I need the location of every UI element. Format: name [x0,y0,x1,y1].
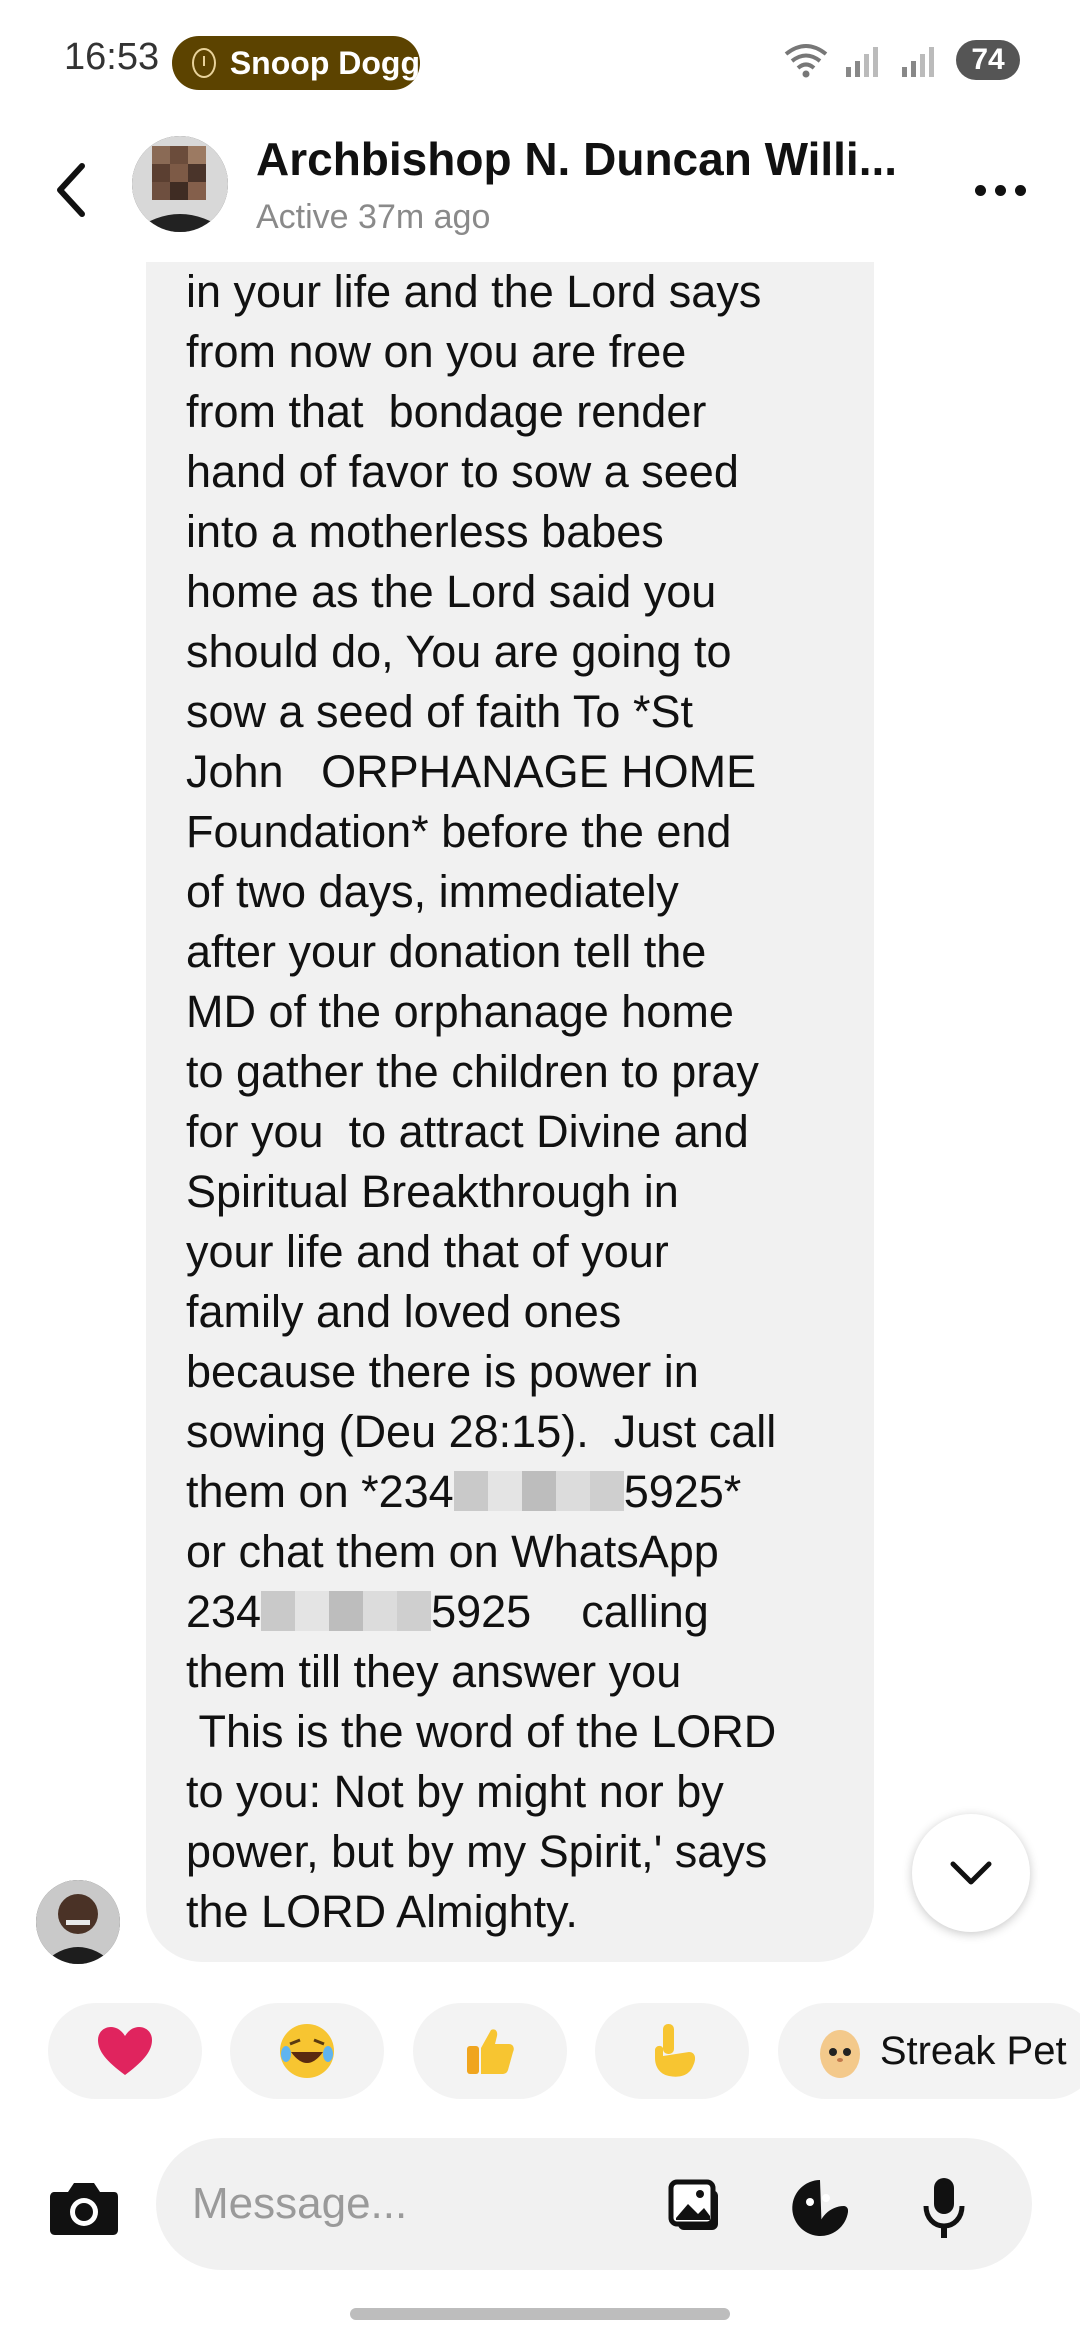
sticker-button[interactable] [784,2172,856,2244]
received-message-bubble[interactable]: in your life and the Lord says from now o… [146,262,874,1962]
message-line: Foundation* before the end [186,806,732,857]
message-composer [0,2134,1080,2274]
home-indicator[interactable] [350,2308,730,2320]
message-line: should do, You are going to [186,626,732,677]
message-line: sow a seed of faith To *St [186,686,693,737]
status-bar: 16:53 Snoop Dogg 74 [0,0,1080,120]
message-text-fragment: 234 [186,1586,262,1637]
gallery-button[interactable] [664,2172,736,2244]
sender-avatar[interactable] [36,1880,120,1964]
battery-indicator: 74 [956,40,1020,80]
sticker-icon [792,2180,848,2236]
message-line: into a motherless babes [186,506,664,557]
message-line: sowing (Deu 28:15). Just call [186,1406,777,1457]
contact-name[interactable]: Archbishop N. Duncan Willi... [256,132,916,186]
dot-icon [974,184,986,196]
message-line: after your donation tell the [186,926,707,977]
message-input[interactable] [190,2168,674,2240]
message-line: from now on you are free [186,326,687,377]
egg-icon [819,2030,860,2078]
streak-pet-button[interactable]: Streak Pet [777,2003,1080,2099]
active-status: Active 37m ago [256,198,491,236]
camera-button[interactable] [44,2168,124,2248]
back-button[interactable] [40,150,100,230]
message-line: for you to attract Divine and [186,1106,749,1157]
message-line: MD of the orphanage home [186,986,734,1037]
music-note-icon [192,48,216,78]
message-line: your life and that of your [186,1226,669,1277]
message-text-fragment: them on *234 [186,1466,454,1517]
reaction-heart-button[interactable] [48,2003,202,2099]
now-playing-pill[interactable]: Snoop Dogg [172,36,420,90]
camera-icon [50,2183,118,2235]
message-line: or chat them on WhatsApp [186,1526,719,1577]
message-line: family and loved ones [186,1286,622,1337]
dot-icon [994,184,1006,196]
signal-icon-2 [900,43,940,77]
message-line: Spiritual Breakthrough in [186,1166,679,1217]
status-icons: 74 [784,40,1020,80]
message-input-container [156,2138,1032,2270]
streak-pet-label: Streak Pet [879,2028,1067,2073]
message-line: from that bondage render [186,386,707,437]
message-line: them on *234 5925* [186,1462,832,1522]
heart-icon [98,2027,152,2075]
redacted-number [261,1591,432,1631]
message-line: John ORPHANAGE HOME [186,746,757,797]
contact-avatar[interactable] [132,136,228,232]
message-line: power, but by my Spirit,' says [186,1826,768,1877]
message-text: in your life and the Lord says from now o… [186,262,832,1462]
voice-message-button[interactable] [908,2172,980,2244]
message-line: them till they answer you [186,1646,682,1697]
redacted-number [453,1471,624,1511]
chevron-down-icon [950,1861,992,1885]
message-line: of two days, immediately [186,866,679,917]
quick-reactions: Streak Pet [48,2003,1080,2099]
message-text-tail: them till they answer you This is the wo… [186,1642,832,1942]
message-text-fragment: 5925 calling [431,1586,709,1637]
thumbs-up-icon [466,2029,514,2074]
microphone-icon [923,2178,965,2238]
status-time: 16:53 [64,36,160,78]
message-line: because there is power in [186,1346,699,1397]
pointing-up-icon [655,2024,696,2077]
message-line: 234 5925 calling [186,1582,832,1642]
message-line: in your life and the Lord says [186,266,762,317]
wifi-icon [784,42,828,78]
message-line: to you: Not by might nor by [186,1766,724,1817]
scroll-to-bottom-button[interactable] [912,1814,1030,1932]
more-options-button[interactable] [960,160,1040,220]
message-line: This is the word of the LORD [186,1706,777,1757]
message-line: the LORD Almighty. [186,1886,578,1937]
message-text-fragment: 5925* [623,1466,742,1517]
message-line: to gather the children to pray [186,1046,759,1097]
signal-icon [844,43,884,77]
message-line: home as the Lord said you [186,566,717,617]
gallery-icon [668,2179,718,2230]
now-playing-label: Snoop Dogg [229,44,420,81]
reaction-thumbs-up-button[interactable] [412,2003,567,2099]
chat-header: Archbishop N. Duncan Willi... Active 37m… [0,120,1080,270]
reaction-pointing-up-button[interactable] [595,2003,750,2099]
reaction-laughing-button[interactable] [230,2003,385,2099]
message-line: hand of favor to sow a seed [186,446,739,497]
chevron-left-icon [57,163,85,217]
laughing-face-icon [280,2024,335,2078]
dot-icon [1014,184,1026,196]
